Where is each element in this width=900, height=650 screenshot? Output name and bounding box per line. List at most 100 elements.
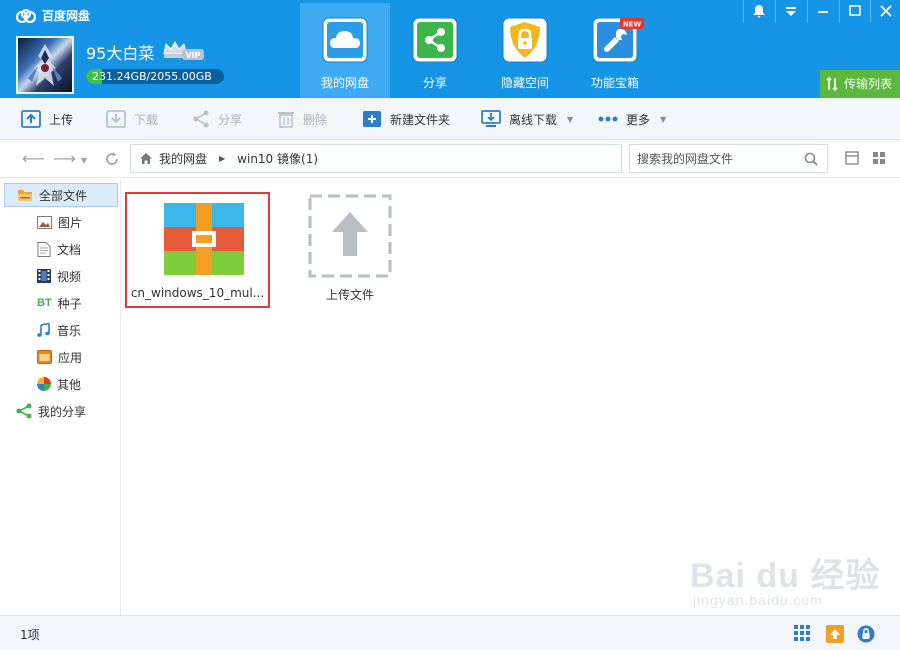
new-folder-button[interactable]: 新建文件夹 bbox=[362, 98, 450, 140]
upload-status-icon[interactable] bbox=[826, 625, 844, 643]
apps-grid-icon[interactable] bbox=[794, 625, 810, 641]
sidebar-item-label: 种子 bbox=[57, 296, 82, 311]
music-icon bbox=[37, 323, 50, 337]
sidebar-item-label: 全部文件 bbox=[39, 188, 88, 203]
more-button[interactable]: 更多 ▼ bbox=[598, 98, 666, 140]
offline-download-button[interactable]: 离线下载 ▼ bbox=[481, 98, 573, 140]
sidebar-item-label: 文档 bbox=[57, 242, 82, 257]
vip-label: VIP bbox=[185, 51, 200, 60]
forward-arrow-icon[interactable]: ⟶ bbox=[53, 150, 76, 168]
document-icon bbox=[37, 241, 51, 257]
chevron-down-icon: ▼ bbox=[567, 114, 574, 124]
upload-file-label: 上传文件 bbox=[325, 288, 374, 302]
download-label: 下载 bbox=[134, 112, 159, 127]
address-bar: ⟵ ⟶ ▼ 我的网盘 ▶ win10 镜像(1) bbox=[0, 140, 900, 178]
tab-label: 分享 bbox=[422, 76, 447, 90]
new-badge-icon: NEW bbox=[620, 18, 644, 29]
tab-hidden-space[interactable]: 隐藏空间 bbox=[480, 3, 570, 98]
tab-label: 隐藏空间 bbox=[500, 76, 549, 90]
tab-share[interactable]: 分享 bbox=[390, 3, 480, 98]
download-button[interactable]: 下载 bbox=[106, 98, 158, 140]
sidebar-item-documents[interactable]: 文档 bbox=[4, 237, 118, 261]
upload-arrow-icon bbox=[308, 194, 392, 278]
download-icon bbox=[106, 110, 126, 128]
close-icon bbox=[880, 5, 892, 17]
app-title: 百度网盘 bbox=[16, 7, 90, 24]
vip-badge-icon[interactable]: VIP bbox=[162, 40, 204, 62]
upload-button[interactable]: 上传 bbox=[21, 98, 73, 140]
tab-my-netdisk[interactable]: 我的网盘 bbox=[300, 3, 390, 98]
refresh-icon[interactable] bbox=[104, 151, 120, 167]
home-icon[interactable] bbox=[139, 152, 153, 165]
tab-label: 我的网盘 bbox=[320, 76, 369, 90]
close-button[interactable] bbox=[870, 0, 900, 22]
notification-button[interactable] bbox=[743, 0, 773, 22]
maximize-button[interactable] bbox=[839, 0, 869, 22]
transfer-icon bbox=[826, 77, 838, 91]
watermark: Bai du 经验 bbox=[690, 557, 881, 595]
sidebar-item-music[interactable]: 音乐 bbox=[4, 318, 118, 342]
tab-toolbox[interactable]: NEW 功能宝箱 bbox=[570, 3, 660, 98]
more-label: 更多 bbox=[626, 112, 651, 127]
new-folder-label: 新建文件夹 bbox=[390, 112, 451, 127]
minimize-icon bbox=[818, 11, 828, 13]
share-icon bbox=[16, 403, 32, 419]
breadcrumb-item-current[interactable]: win10 镜像(1) bbox=[237, 150, 318, 167]
breadcrumb-separator-icon[interactable]: ▶ bbox=[219, 154, 225, 163]
sidebar-item-label: 音乐 bbox=[57, 323, 82, 338]
search-input[interactable] bbox=[630, 145, 795, 172]
avatar[interactable] bbox=[16, 36, 74, 94]
upload-icon bbox=[21, 110, 41, 128]
search-icon[interactable] bbox=[804, 152, 818, 166]
item-count: 1项 bbox=[20, 628, 40, 642]
upload-file-tile[interactable]: 上传文件 bbox=[307, 194, 393, 304]
app-icon bbox=[37, 350, 52, 364]
sidebar-item-videos[interactable]: 视频 bbox=[4, 264, 118, 288]
search-box bbox=[629, 144, 828, 173]
sidebar-item-label: 应用 bbox=[58, 350, 83, 365]
bt-icon: BT bbox=[37, 297, 52, 309]
sidebar-item-apps[interactable]: 应用 bbox=[4, 345, 118, 369]
storage-quota-text: 231.24GB/2055.00GB bbox=[92, 70, 212, 83]
storage-quota-bar: 231.24GB/2055.00GB bbox=[86, 69, 224, 84]
share-label: 分享 bbox=[218, 112, 243, 127]
sidebar-item-my-share[interactable]: 我的分享 bbox=[4, 399, 118, 423]
lock-icon bbox=[502, 17, 548, 63]
video-icon bbox=[37, 269, 51, 283]
history-dropdown-icon[interactable]: ▼ bbox=[81, 152, 87, 170]
share-icon bbox=[193, 110, 209, 128]
folder-icon bbox=[18, 190, 32, 201]
sidebar-item-torrents[interactable]: BT 种子 bbox=[4, 291, 118, 315]
back-arrow-icon[interactable]: ⟵ bbox=[22, 150, 45, 168]
sidebar-item-other[interactable]: 其他 bbox=[4, 372, 118, 396]
list-view-icon[interactable] bbox=[845, 151, 859, 165]
grid-view-icon[interactable] bbox=[872, 151, 886, 165]
file-item[interactable]: cn_windows_10_mul... bbox=[125, 192, 270, 308]
breadcrumb-item-root[interactable]: 我的网盘 bbox=[159, 150, 207, 167]
transfer-list-button[interactable]: 传输列表 bbox=[820, 70, 900, 98]
sidebar-item-all-files[interactable]: 全部文件 bbox=[4, 183, 118, 207]
maximize-icon bbox=[849, 5, 861, 16]
trash-icon bbox=[278, 112, 294, 128]
avatar-image bbox=[28, 44, 62, 86]
sidebar-item-images[interactable]: 图片 bbox=[4, 210, 118, 234]
title-bar: 百度网盘 95大白菜 VIP 231.24GB/2055.00GB 我的网盘 分… bbox=[0, 0, 900, 98]
security-lock-icon[interactable] bbox=[857, 625, 875, 643]
share-icon bbox=[412, 17, 458, 63]
offline-download-icon bbox=[481, 110, 501, 127]
archive-file-icon bbox=[164, 203, 244, 275]
more-dots-icon bbox=[598, 116, 618, 122]
status-bar: 1项 bbox=[0, 615, 900, 650]
sidebar-item-label: 图片 bbox=[58, 215, 83, 230]
delete-button[interactable]: 删除 bbox=[277, 98, 327, 140]
cloud-icon bbox=[322, 17, 368, 63]
minimize-button[interactable] bbox=[807, 0, 837, 22]
menu-button[interactable] bbox=[775, 0, 805, 22]
upload-label: 上传 bbox=[49, 112, 74, 127]
breadcrumb: 我的网盘 ▶ win10 镜像(1) bbox=[130, 144, 622, 173]
new-folder-icon bbox=[363, 111, 381, 127]
share-button[interactable]: 分享 bbox=[192, 98, 242, 140]
new-badge-text: NEW bbox=[623, 21, 642, 29]
username: 95大白菜 bbox=[86, 44, 155, 63]
offline-download-label: 离线下载 bbox=[509, 112, 558, 127]
